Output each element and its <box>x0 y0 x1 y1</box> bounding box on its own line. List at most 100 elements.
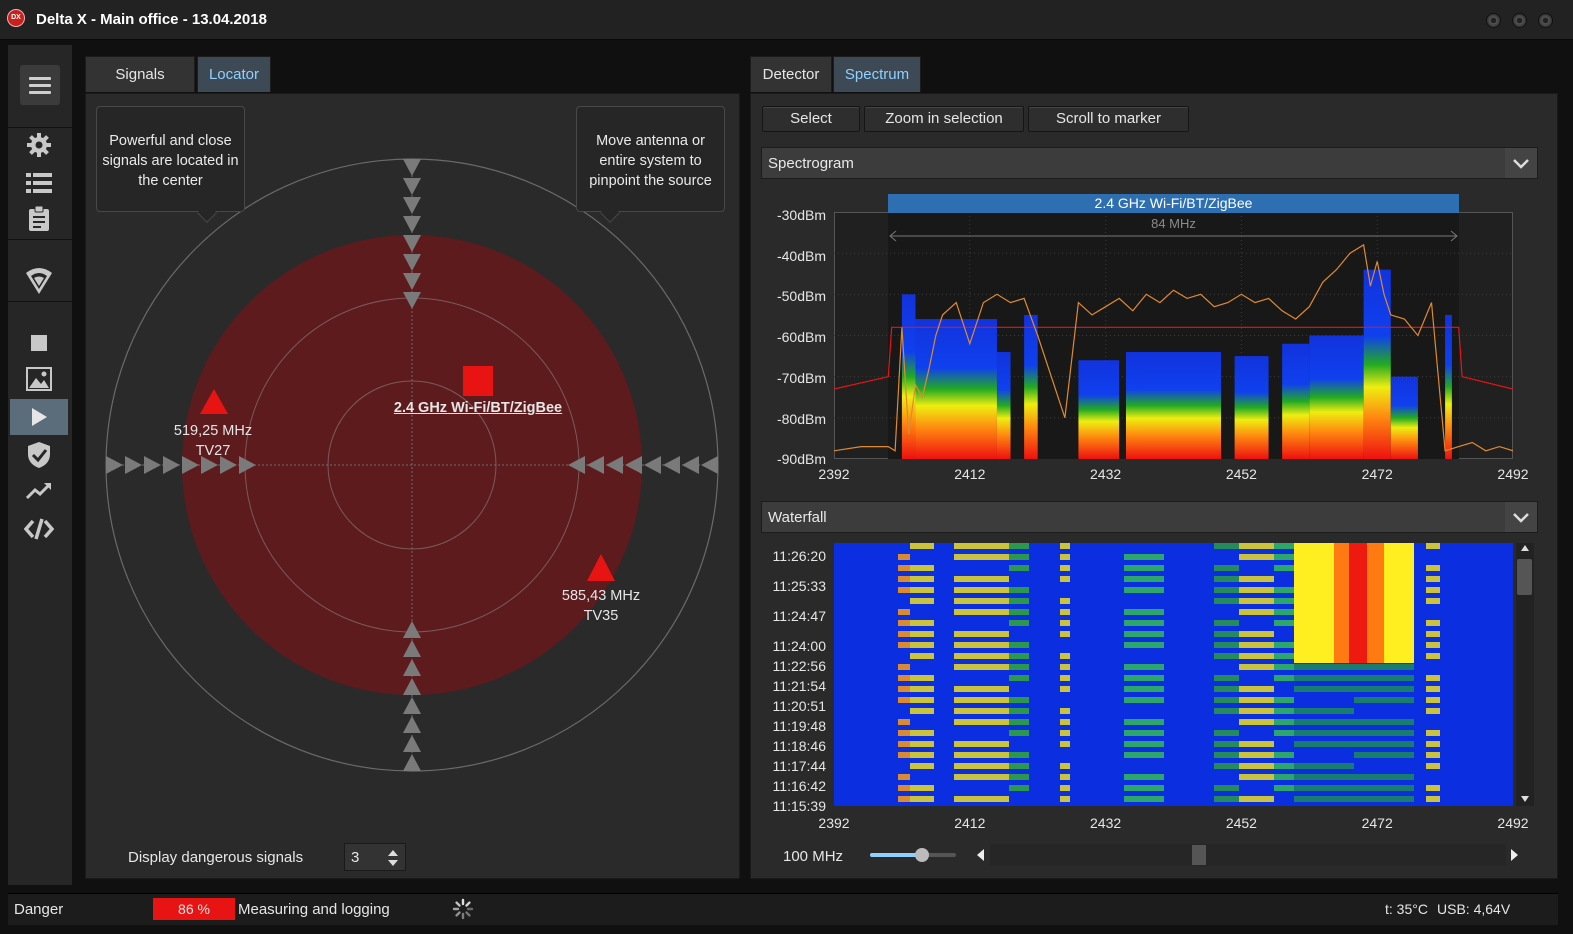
radar-chevron <box>106 456 123 474</box>
waterfall-cell <box>898 664 910 670</box>
radar-chevron <box>403 716 421 733</box>
waterfall-x-tick-label: 2432 <box>1090 815 1122 831</box>
waterfall-cell <box>1239 609 1274 615</box>
horizontal-scrollbar[interactable] <box>990 844 1506 866</box>
scrollbar-thumb[interactable] <box>1517 559 1532 595</box>
waterfall-cell <box>910 708 934 714</box>
clipboard-icon[interactable] <box>10 201 68 237</box>
stepper-up-icon[interactable] <box>388 850 398 856</box>
waterfall-time-label: 11:20:51 <box>772 698 826 714</box>
waterfall-plot[interactable] <box>834 543 1513 806</box>
dangerous-count-stepper[interactable]: 3 <box>344 843 406 871</box>
signal-marker-tv27[interactable] <box>200 389 228 414</box>
waterfall-cell <box>1060 708 1070 714</box>
y-tick-label: -60dBm <box>776 329 826 346</box>
waterfall-cell <box>1294 686 1354 692</box>
waterfall-cell <box>1124 620 1164 626</box>
waterfall-hot-region <box>1349 543 1367 663</box>
chevron-down-icon[interactable] <box>1505 502 1537 532</box>
minimize-icon[interactable] <box>1486 13 1501 28</box>
code-icon[interactable] <box>10 511 68 547</box>
list-icon[interactable] <box>10 165 68 201</box>
waterfall-header[interactable]: Waterfall <box>761 501 1538 533</box>
waterfall-cell <box>1239 664 1274 670</box>
hamburger-menu-icon[interactable] <box>20 65 60 105</box>
trend-chart-icon[interactable] <box>10 473 68 509</box>
shield-check-icon[interactable] <box>10 437 68 473</box>
signal-marker-tv35[interactable] <box>587 554 615 581</box>
waterfall-cell <box>954 796 1009 802</box>
waterfall-cell <box>1354 686 1414 692</box>
radar-chevron <box>403 216 421 233</box>
waterfall-cell <box>1060 664 1070 670</box>
signal-label-wifi[interactable]: 2.4 GHz Wi-Fi/BT/ZigBee <box>378 400 578 416</box>
scroll-left-icon[interactable] <box>977 849 984 861</box>
waterfall-cell <box>910 587 934 593</box>
waterfall-cell <box>1060 741 1070 747</box>
radar-chevron <box>403 178 421 195</box>
waterfall-time-label: 11:24:00 <box>772 638 826 654</box>
waterfall-cell <box>1214 785 1239 791</box>
waterfall-cell <box>1214 675 1239 681</box>
tab-signals[interactable]: Signals <box>85 56 195 92</box>
waterfall-cell <box>1274 763 1294 769</box>
spectrogram-header[interactable]: Spectrogram <box>761 147 1538 179</box>
waterfall-x-tick-label: 2492 <box>1497 815 1529 831</box>
waterfall-cell <box>1009 642 1029 648</box>
waterfall-cell <box>954 576 1009 582</box>
waterfall-cell <box>910 642 934 648</box>
waterfall-time-label: 11:26:20 <box>772 548 826 564</box>
hscroll-thumb[interactable] <box>1192 845 1206 865</box>
scroll-up-icon[interactable] <box>1521 545 1529 551</box>
waterfall-cell <box>1239 686 1274 692</box>
span-slider[interactable] <box>870 848 956 862</box>
tab-detector[interactable]: Detector <box>750 56 832 92</box>
tab-locator[interactable]: Locator <box>197 56 271 92</box>
waterfall-cell <box>954 752 1009 758</box>
waterfall-cell <box>1124 752 1164 758</box>
waterfall-cell <box>1060 576 1070 582</box>
select-button[interactable]: Select <box>762 106 860 132</box>
x-tick-label: 2452 <box>1225 466 1257 482</box>
waterfall-scrollbar[interactable] <box>1516 543 1534 806</box>
gear-icon[interactable] <box>10 127 68 163</box>
scroll-right-icon[interactable] <box>1511 849 1518 861</box>
waterfall-cell <box>1060 631 1070 637</box>
tab-spectrum[interactable]: Spectrum <box>833 56 921 92</box>
zoom-in-selection-button[interactable]: Zoom in selection <box>864 106 1024 132</box>
stepper-down-icon[interactable] <box>388 860 398 866</box>
scroll-down-icon[interactable] <box>1521 796 1529 802</box>
waterfall-cell <box>954 763 1009 769</box>
waterfall-cell <box>1009 785 1029 791</box>
signal-marker-wifi[interactable] <box>463 366 493 396</box>
image-icon[interactable] <box>10 361 68 397</box>
waterfall-cell <box>1274 752 1294 758</box>
waterfall-cell <box>898 785 910 791</box>
band-label-wifi[interactable]: 2.4 GHz Wi-Fi/BT/ZigBee <box>888 194 1459 213</box>
waterfall-cell <box>910 620 934 626</box>
chevron-down-icon[interactable] <box>1505 148 1537 178</box>
stop-icon[interactable] <box>10 325 68 361</box>
waterfall-cell <box>1274 598 1294 604</box>
waterfall-cell <box>1274 664 1294 670</box>
waterfall-cell <box>898 631 910 637</box>
antenna-signal-icon[interactable] <box>10 263 68 299</box>
waterfall-cell <box>1124 576 1164 582</box>
play-icon[interactable] <box>10 399 68 435</box>
waterfall-cell <box>1214 587 1239 593</box>
waterfall-time-label: 11:18:46 <box>772 738 826 754</box>
waterfall-cell <box>1239 697 1274 703</box>
waterfall-cell <box>1214 598 1239 604</box>
maximize-icon[interactable] <box>1512 13 1527 28</box>
waterfall-time-label: 11:15:39 <box>772 798 826 814</box>
scroll-to-marker-button[interactable]: Scroll to marker <box>1028 106 1189 132</box>
waterfall-time-label: 11:25:33 <box>772 578 826 594</box>
close-icon[interactable] <box>1538 13 1553 28</box>
span-slider-thumb[interactable] <box>914 848 929 862</box>
waterfall-cell <box>1009 554 1029 560</box>
radar-chevron <box>403 159 421 176</box>
spectrum-heat-band <box>996 351 1011 459</box>
radar-chevron <box>403 735 421 752</box>
waterfall-cell <box>1060 774 1070 780</box>
waterfall-time-label: 11:21:54 <box>772 678 826 694</box>
